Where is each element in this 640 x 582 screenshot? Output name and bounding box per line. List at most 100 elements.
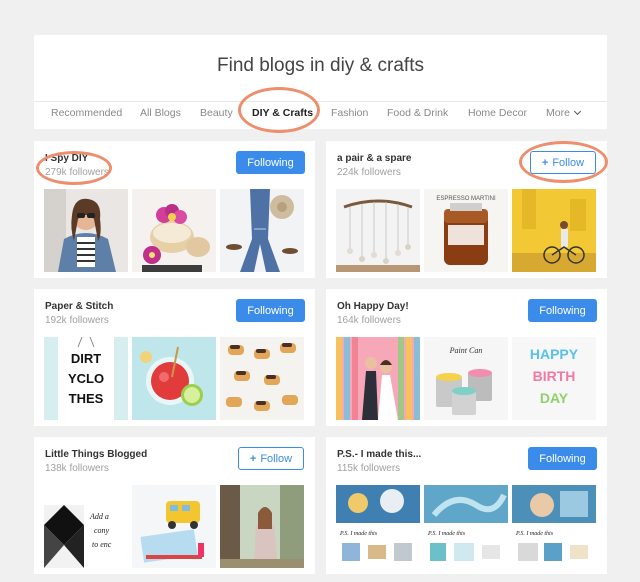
ps-sequin-photo: P.S. I made this — [512, 485, 596, 568]
blog-thumbnail[interactable]: ESPRESSO MARTINI — [424, 189, 508, 272]
blog-card-a-pair-a-spare: a pair & a spare 224k followers +Follow — [326, 141, 607, 278]
plus-icon: + — [249, 452, 257, 465]
page-title: Find blogs in diy & crafts — [217, 55, 424, 76]
blog-name[interactable]: I Spy DIY — [45, 153, 88, 164]
follower-count: 224k followers — [337, 167, 401, 178]
balloon-word: HAPPY — [530, 346, 579, 362]
blog-thumbnail[interactable] — [132, 485, 216, 568]
tab-more[interactable]: More — [546, 107, 581, 119]
blog-thumbnail[interactable]: P.S. I made this — [512, 485, 596, 568]
blog-thumbnails: P.S. I made this P.S. I made this P.S. I… — [336, 485, 598, 568]
toy-bus-photo — [132, 485, 216, 568]
follow-button[interactable]: + Follow — [530, 151, 596, 174]
blog-thumbnails: DIRT YCLO THES — [44, 337, 306, 420]
cookies-photo — [220, 337, 304, 420]
flower-coconut-photo — [132, 189, 216, 272]
blog-card-i-spy-diy: I Spy DIY 279k followers Following — [34, 141, 315, 278]
blog-card-oh-happy-day: Oh Happy Day! 164k followers Following P… — [326, 289, 607, 426]
ps-caption: P.S. I made this — [339, 531, 378, 537]
following-button-label: Following — [539, 452, 586, 465]
tab-all-blogs[interactable]: All Blogs — [140, 107, 181, 119]
blog-thumbnail[interactable] — [512, 189, 596, 272]
blog-thumbnail[interactable] — [336, 189, 420, 272]
tab-beauty[interactable]: Beauty — [200, 107, 233, 119]
woman-denim-photo — [44, 189, 128, 272]
following-button[interactable]: Following — [528, 299, 597, 322]
blog-thumbnail[interactable] — [132, 337, 216, 420]
bottle-label: ESPRESSO MARTINI — [436, 196, 496, 202]
tab-more-label: More — [546, 107, 570, 119]
tab-recommended[interactable]: Recommended — [51, 107, 122, 119]
ps-collage-photo: P.S. I made this — [336, 485, 420, 568]
follower-count: 138k followers — [45, 463, 109, 474]
blog-thumbnail[interactable] — [220, 337, 304, 420]
follower-count: 192k followers — [45, 315, 109, 326]
blog-card-ps-i-made-this: P.S.- I made this... 115k followers Foll… — [326, 437, 607, 574]
blog-thumbnail[interactable] — [220, 485, 304, 568]
blog-thumbnail[interactable]: P.S. I made this — [336, 485, 420, 568]
following-button-label: Following — [247, 156, 294, 169]
blog-thumbnail[interactable]: P.S. I made this — [424, 485, 508, 568]
following-button[interactable]: Following — [528, 447, 597, 470]
blog-thumbnail[interactable] — [336, 337, 420, 420]
ps-caption: P.S. I made this — [427, 531, 466, 537]
dirty-clothes-bag-photo: DIRT YCLO THES — [44, 337, 128, 420]
jeans-sandals-photo — [220, 189, 304, 272]
category-tabs: Recommended All Blogs Beauty DIY & Craft… — [34, 101, 607, 129]
balloon-word: BIRTH — [533, 368, 576, 384]
red-drink-photo — [132, 337, 216, 420]
note-text-line: Add a — [89, 512, 109, 521]
blog-name[interactable]: Little Things Blogged — [45, 449, 147, 460]
tab-diy-crafts[interactable]: DIY & Crafts — [252, 107, 313, 119]
blog-thumbnail[interactable]: Paint Can — [424, 337, 508, 420]
ps-mermaid-photo: P.S. I made this — [424, 485, 508, 568]
note-text-line: to enc — [92, 540, 112, 549]
following-button-label: Following — [247, 304, 294, 317]
blog-card-little-things-blogged: Little Things Blogged 138k followers + Fo… — [34, 437, 315, 574]
paint-cans-photo: Paint Can — [424, 337, 508, 420]
paint-can-label: Paint Can — [449, 346, 483, 355]
blog-thumbnail[interactable]: HAPPY BIRTH DAY — [512, 337, 596, 420]
happy-birthday-balloons-photo: HAPPY BIRTH DAY — [512, 337, 596, 420]
follow-button-label: Follow — [552, 156, 585, 169]
espresso-martini-photo: ESPRESSO MARTINI — [424, 189, 508, 272]
balloon-word: DAY — [540, 390, 569, 406]
blog-thumbnails: Add a cony to enc — [44, 485, 306, 568]
tab-fashion[interactable]: Fashion — [331, 107, 368, 119]
bag-text-line: THES — [69, 391, 104, 406]
follower-count: 164k followers — [337, 315, 401, 326]
wedding-couple-photo — [336, 337, 420, 420]
blog-thumbnails: Paint Can HAPPY BIRTH DAY — [336, 337, 598, 420]
following-button[interactable]: Following — [236, 151, 305, 174]
bag-text-line: YCLO — [68, 371, 104, 386]
blog-thumbnails — [44, 189, 306, 272]
following-button-label: Following — [539, 304, 586, 317]
blog-name[interactable]: Oh Happy Day! — [337, 301, 409, 312]
following-button[interactable]: Following — [236, 299, 305, 322]
follower-count: 279k followers — [45, 167, 109, 178]
follow-button-label: Follow — [260, 452, 293, 465]
tab-home-decor[interactable]: Home Decor — [468, 107, 527, 119]
blog-thumbnail[interactable] — [44, 189, 128, 272]
page-header: Find blogs in diy & crafts Recommended A… — [34, 35, 607, 129]
blog-thumbnail[interactable]: DIRT YCLO THES — [44, 337, 128, 420]
blog-thumbnail[interactable]: Add a cony to enc — [44, 485, 128, 568]
blog-thumbnails: ESPRESSO MARTINI — [336, 189, 598, 272]
wall-hanging-photo — [336, 189, 420, 272]
yellow-wall-bicycle-photo — [512, 189, 596, 272]
chevron-down-icon — [573, 107, 581, 116]
woman-tree-photo — [220, 485, 304, 568]
follow-button[interactable]: + Follow — [238, 447, 304, 470]
bag-text-line: DIRT — [71, 351, 101, 366]
blog-card-paper-stitch: Paper & Stitch 192k followers Following … — [34, 289, 315, 426]
follower-count: 115k followers — [337, 463, 401, 474]
pillow-note-photo: Add a cony to enc — [44, 485, 128, 568]
tab-food-drink[interactable]: Food & Drink — [387, 107, 448, 119]
blog-thumbnail[interactable] — [132, 189, 216, 272]
blog-name[interactable]: a pair & a spare — [337, 153, 411, 164]
blog-name[interactable]: Paper & Stitch — [45, 301, 113, 312]
blog-thumbnail[interactable] — [220, 189, 304, 272]
note-text-line: cony — [94, 526, 110, 535]
blog-name[interactable]: P.S.- I made this... — [337, 449, 421, 460]
plus-icon: + — [541, 156, 549, 169]
